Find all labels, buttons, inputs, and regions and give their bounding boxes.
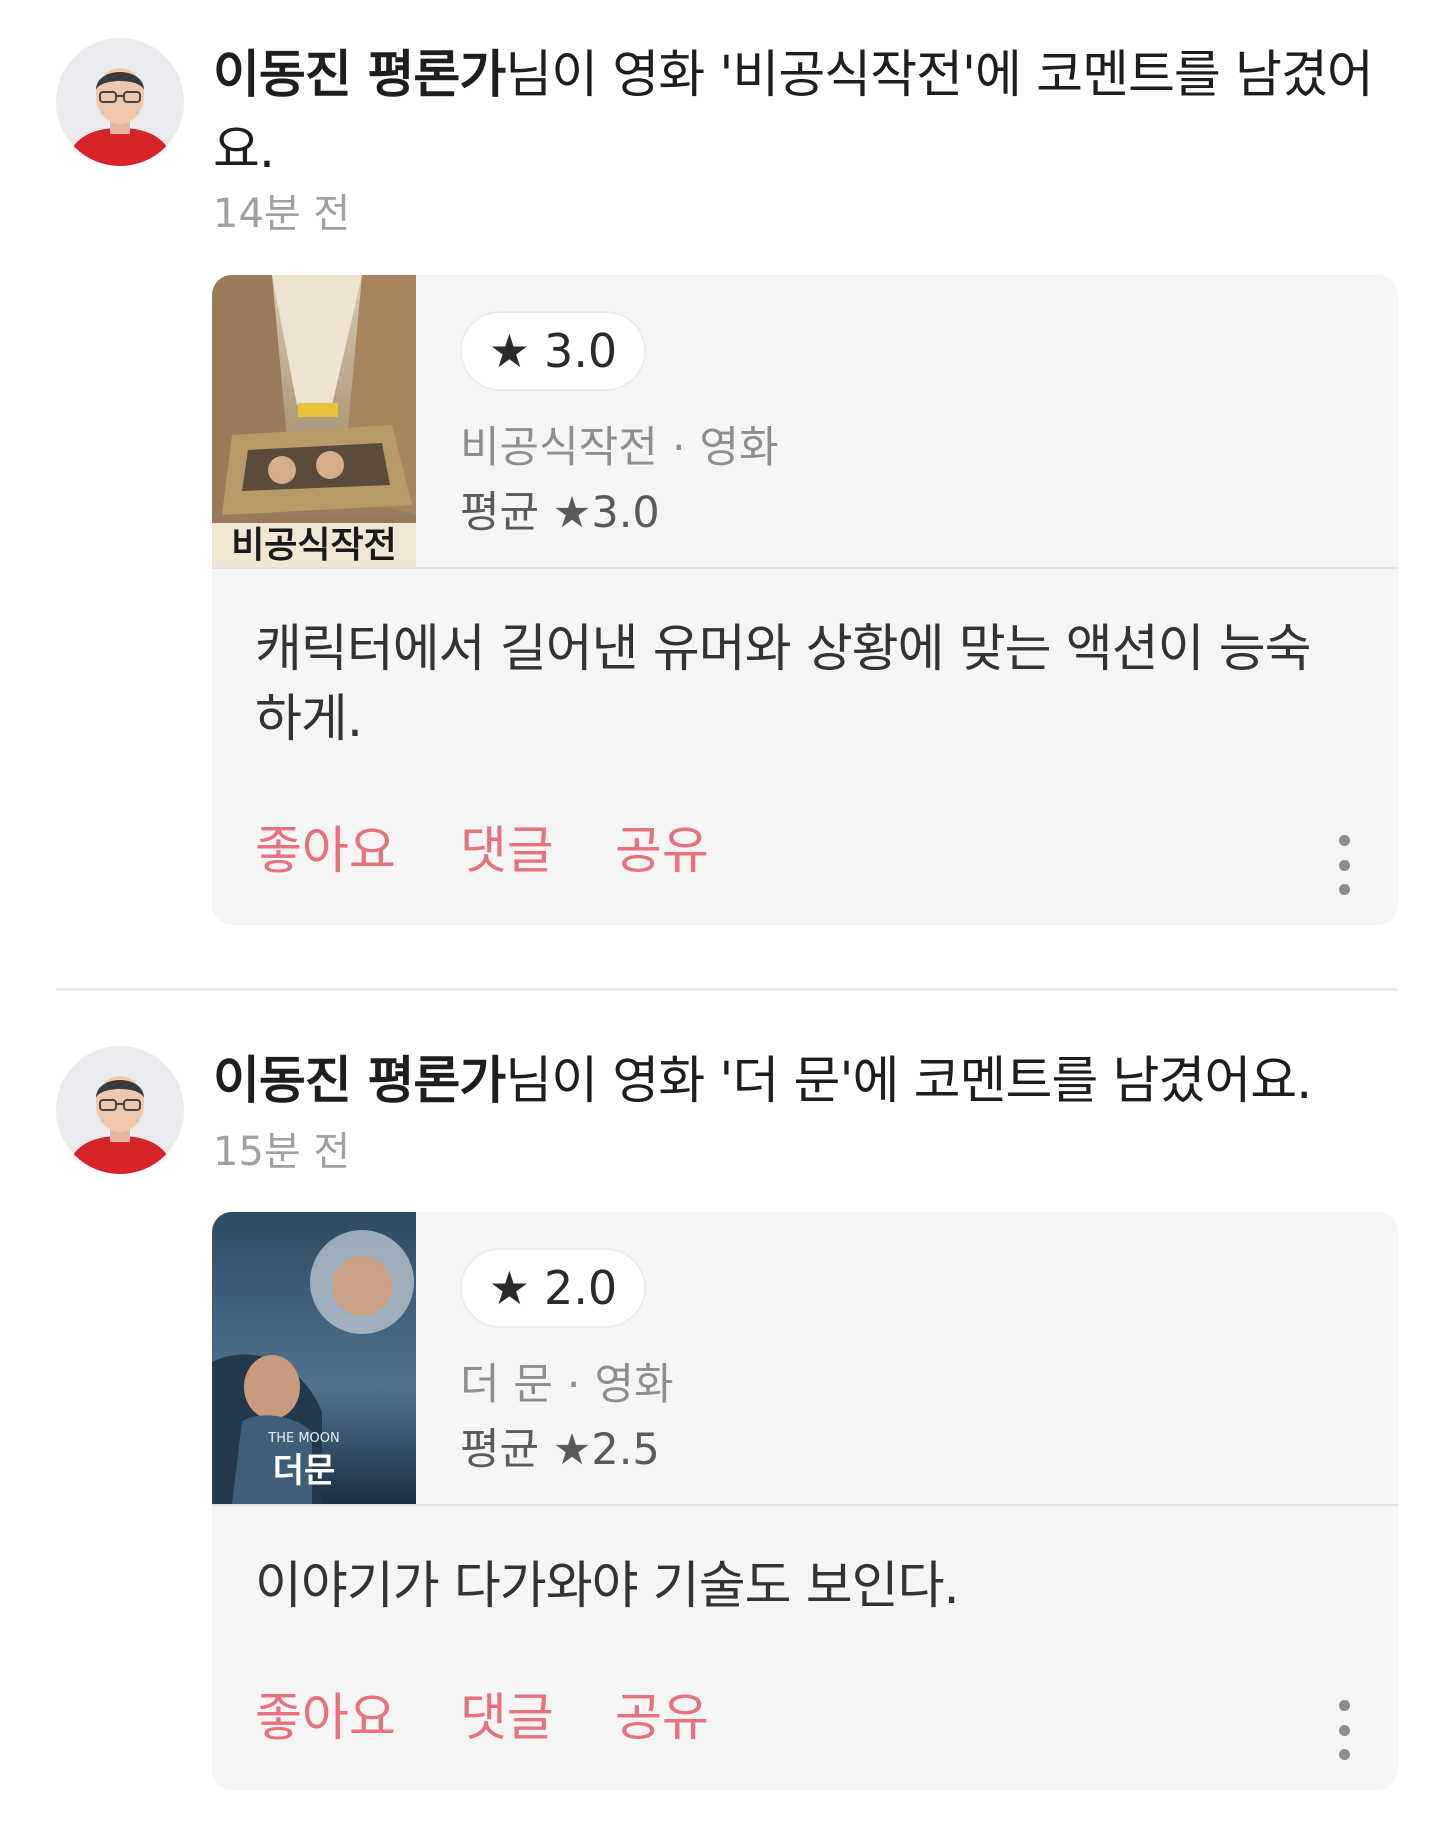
movie-meta: 더 문 · 영화 <box>460 1357 674 1413</box>
comment-button[interactable]: 댓글 <box>460 817 554 887</box>
feed-separator <box>56 988 1398 991</box>
card-divider <box>212 567 1398 569</box>
share-button[interactable]: 공유 <box>615 817 709 887</box>
movie-meta: 비공식작전 · 영화 <box>460 420 779 476</box>
movie-info[interactable]: 비공식작전 ★ 3.0 비공식작전 · 영화 평균 ★3.0 <box>212 275 1398 567</box>
timestamp: 14분 전 <box>213 191 351 237</box>
more-vertical-icon[interactable] <box>1330 835 1358 895</box>
comment-text[interactable]: 캐릭터에서 길어낸 유머와 상황에 맞는 액션이 능숙하게. <box>255 615 1315 755</box>
avatar[interactable] <box>56 38 184 166</box>
timestamp: 15분 전 <box>213 1129 351 1175</box>
movie-poster[interactable]: THE MOON 더문 <box>212 1212 416 1504</box>
share-button[interactable]: 공유 <box>615 1684 709 1754</box>
author-name[interactable]: 이동진 평론가 <box>213 1052 506 1111</box>
user-rating-badge: ★ 2.0 <box>460 1248 646 1328</box>
headline-message: 님이 영화 '더 문'에 코멘트를 남겼어요. <box>505 1052 1312 1111</box>
feed-headline: 이동진 평론가님이 영화 '비공식작전'에 코멘트를 남겼어요. <box>213 38 1393 188</box>
avatar[interactable] <box>56 1046 184 1174</box>
user-rating-value: 3.0 <box>544 324 618 378</box>
movie-type: 영화 <box>594 1360 674 1410</box>
movie-info[interactable]: THE MOON 더문 ★ 2.0 더 문 · 영화 평균 ★2.5 <box>212 1212 1398 1504</box>
average-rating: 평균 ★3.0 <box>460 488 660 538</box>
comment-card[interactable]: 비공식작전 ★ 3.0 비공식작전 · 영화 평균 ★3.0 캐릭터에서 길어낸 유… <box>212 275 1398 925</box>
comment-button[interactable]: 댓글 <box>460 1684 554 1754</box>
author-name[interactable]: 이동진 평론가 <box>213 46 506 105</box>
comment-text[interactable]: 이야기가 다가와야 기술도 보인다. <box>255 1552 1315 1622</box>
feed-headline: 이동진 평론가님이 영화 '더 문'에 코멘트를 남겼어요. <box>213 1044 1393 1119</box>
movie-type: 영화 <box>699 423 779 473</box>
star-icon: ★ <box>488 324 531 378</box>
poster-title: 비공식작전 <box>231 525 397 566</box>
comment-card[interactable]: THE MOON 더문 ★ 2.0 더 문 · 영화 평균 ★2.5 이야기가 다가… <box>212 1212 1398 1790</box>
average-rating: 평균 ★2.5 <box>460 1425 660 1475</box>
more-vertical-icon[interactable] <box>1330 1700 1358 1760</box>
movie-title: 더 문 <box>460 1360 553 1410</box>
poster-title: 더문 <box>273 1451 336 1491</box>
meta-separator: · <box>566 1360 581 1410</box>
star-icon: ★ <box>488 1261 531 1315</box>
like-button[interactable]: 좋아요 <box>255 1684 396 1754</box>
movie-title: 비공식작전 <box>460 423 658 473</box>
like-button[interactable]: 좋아요 <box>255 817 396 887</box>
user-rating-value: 2.0 <box>544 1261 618 1315</box>
movie-poster[interactable]: 비공식작전 <box>212 275 416 567</box>
card-divider <box>212 1504 1398 1506</box>
poster-subtitle: THE MOON <box>267 1431 339 1446</box>
meta-separator: · <box>671 423 686 473</box>
user-rating-badge: ★ 3.0 <box>460 311 646 391</box>
